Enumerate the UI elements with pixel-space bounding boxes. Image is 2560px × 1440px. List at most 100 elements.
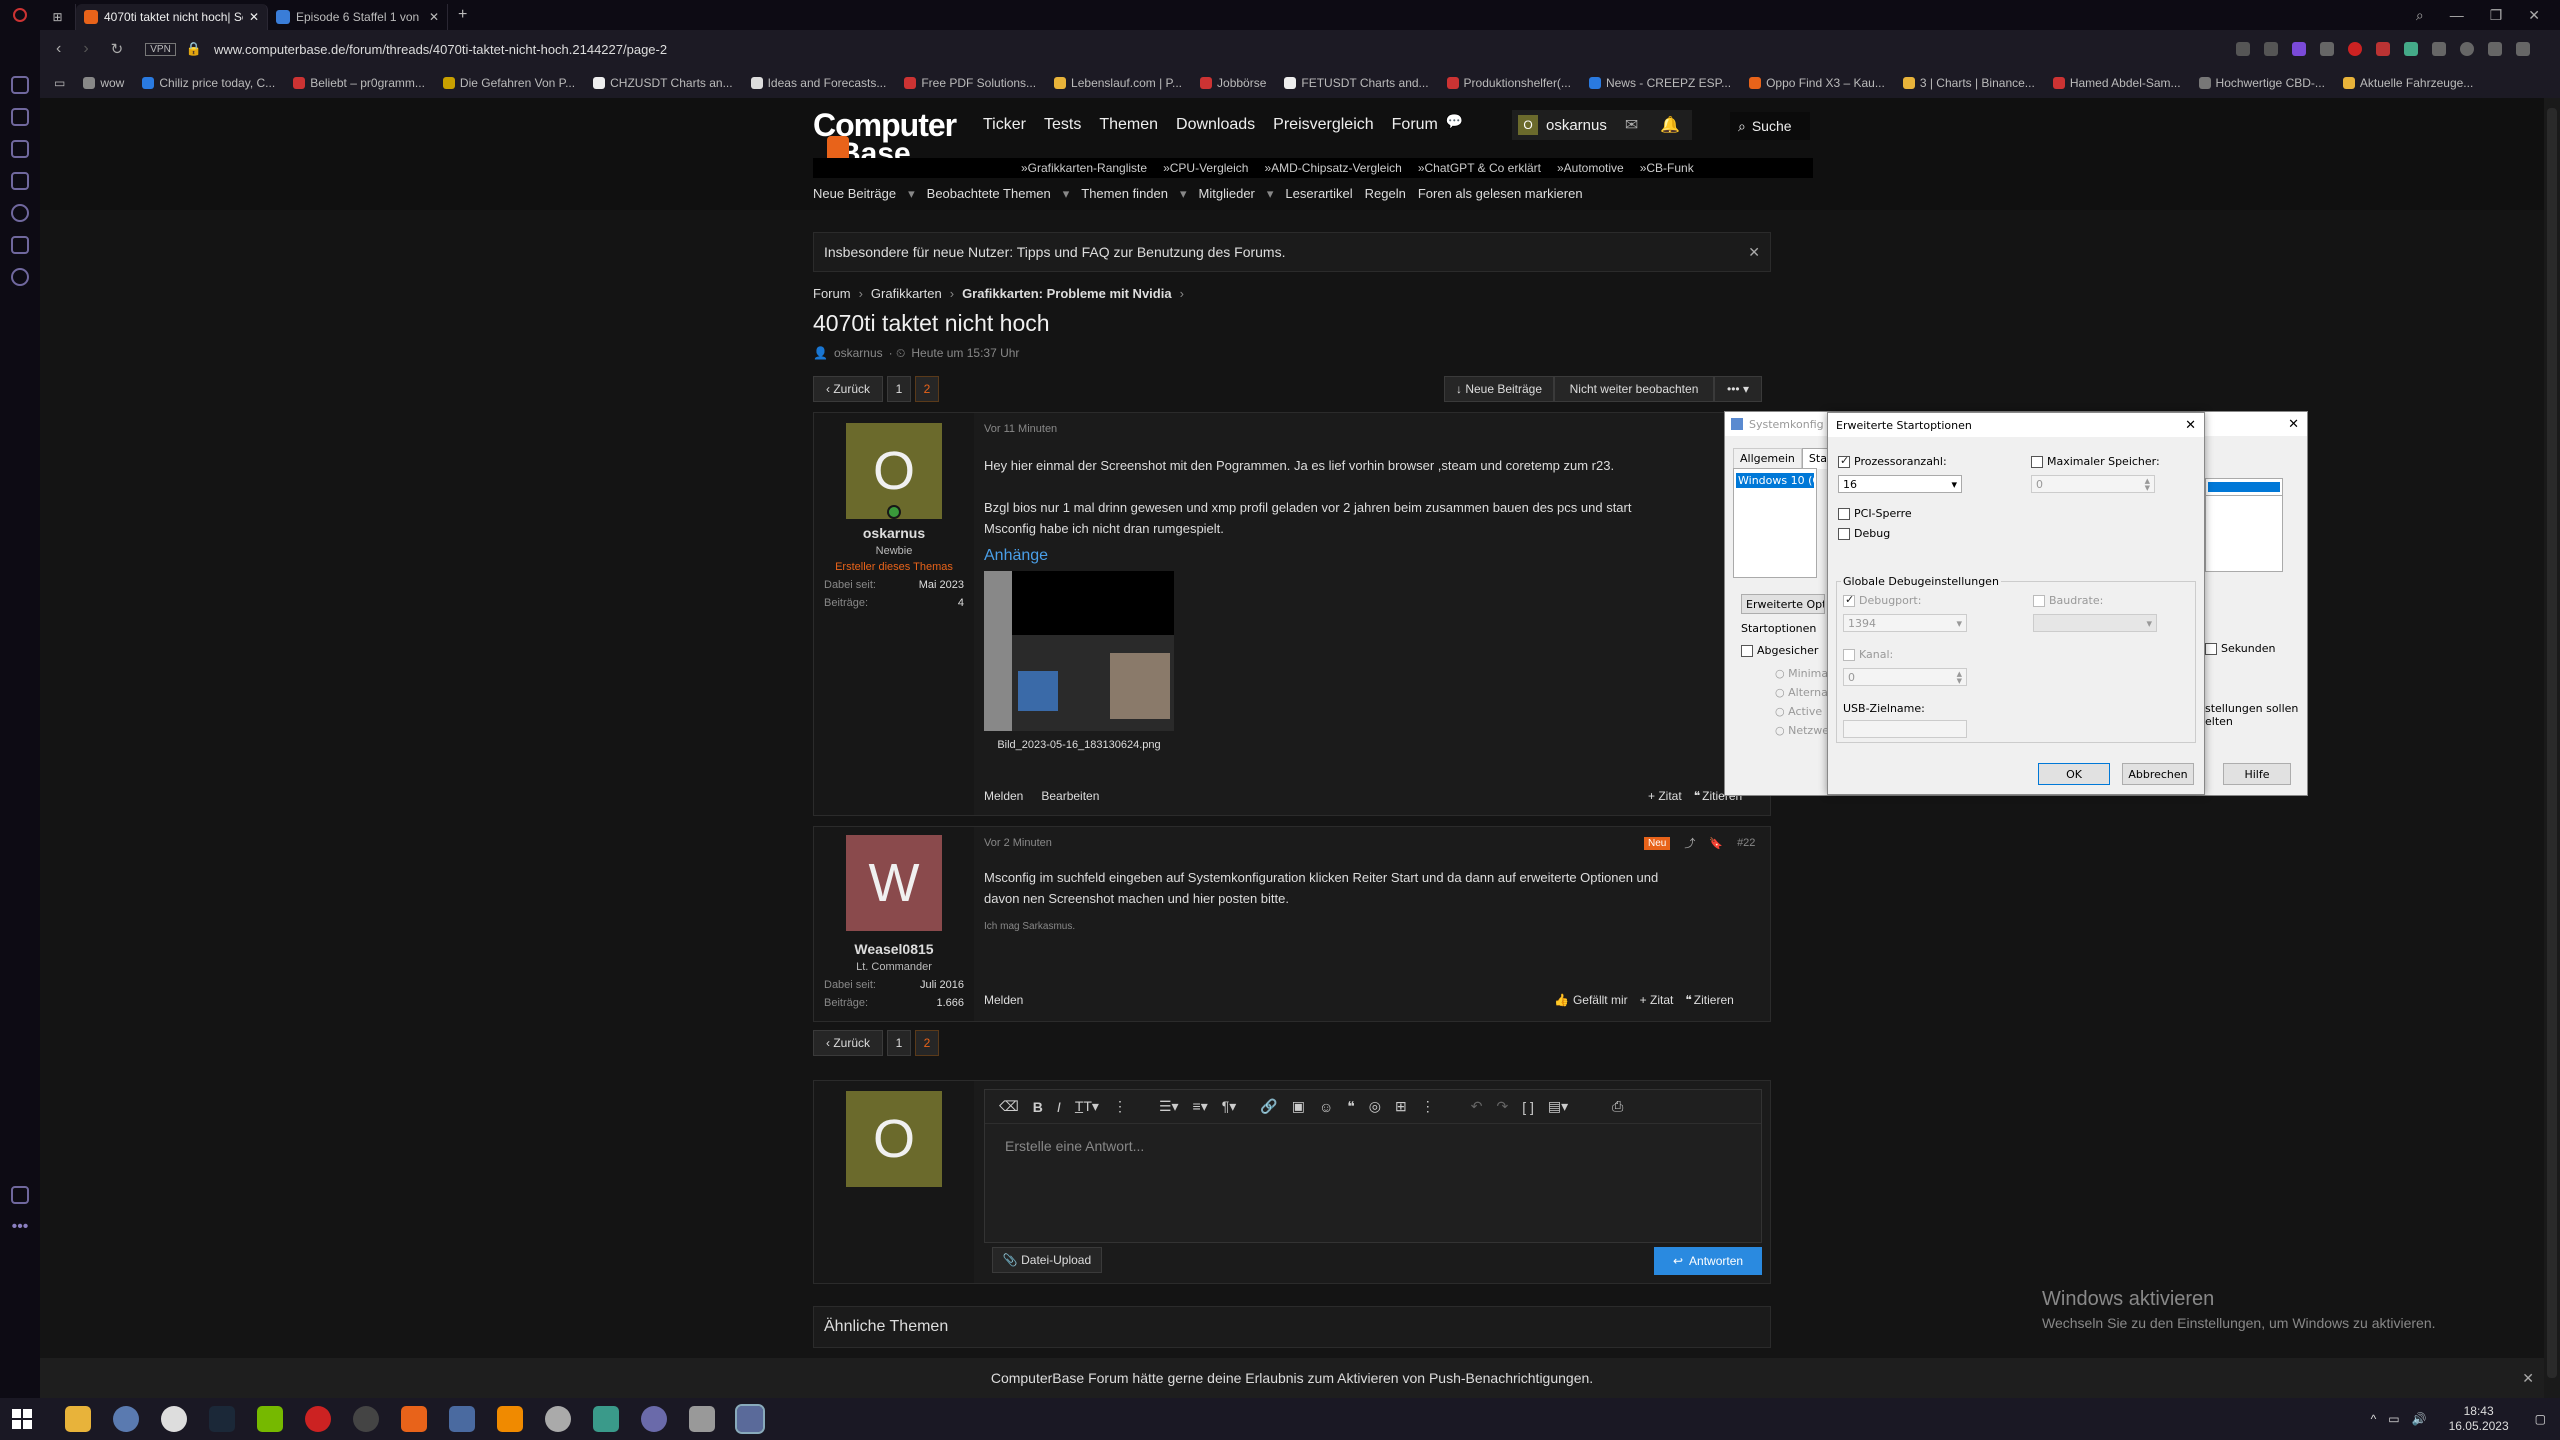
debug-row[interactable]: Debug: [1838, 527, 1890, 540]
snapshot-icon[interactable]: [2236, 42, 2250, 56]
baudrate-select[interactable]: ▾: [2033, 614, 2157, 632]
reply-submit-button[interactable]: ↩ Antworten: [1654, 1247, 1762, 1275]
quote-link[interactable]: + Zitat: [1648, 789, 1682, 803]
maximize-icon[interactable]: ❐: [2490, 7, 2503, 24]
list-icon[interactable]: ☰▾: [1159, 1098, 1179, 1115]
pci-lock-row[interactable]: PCI-Sperre: [1838, 507, 1912, 520]
bold-icon[interactable]: B: [1033, 1099, 1043, 1115]
breadcrumb-grafikkarten[interactable]: Grafikkarten: [871, 286, 942, 301]
bookmarks-folder-icon[interactable]: ▭: [54, 76, 65, 90]
quote-link[interactable]: + Zitat: [1640, 993, 1674, 1007]
lock-icon[interactable]: 🔒: [186, 41, 202, 57]
tab-episode[interactable]: Episode 6 Staffel 1 von 18% ✕: [268, 4, 448, 30]
debugport-row[interactable]: Debugport:: [1843, 593, 1921, 607]
forumnav-mitglieder[interactable]: Mitglieder: [1199, 186, 1255, 202]
steam-icon[interactable]: [209, 1406, 235, 1432]
spinner-icon[interactable]: ▲ ▼: [2145, 478, 2150, 492]
extension-red-icon[interactable]: [2376, 42, 2390, 56]
speed-dial-icon[interactable]: [11, 76, 29, 94]
tab-active[interactable]: 4070ti taktet nicht hoch| Sc ✕: [76, 4, 268, 30]
download-icon[interactable]: [2488, 42, 2502, 56]
bookmark-item[interactable]: Hamed Abdel-Sam...: [2052, 76, 2181, 90]
code-icon[interactable]: [ ]: [1522, 1099, 1534, 1115]
boot-list-item[interactable]: Windows 10 (C:): [1736, 473, 1814, 488]
browser-menu-icon[interactable]: [0, 7, 40, 23]
report-link[interactable]: Melden: [984, 993, 1023, 1007]
processor-count-select[interactable]: 16 ▾: [1838, 475, 1962, 493]
reply-input[interactable]: Erstelle eine Antwort...: [985, 1124, 1761, 1168]
advanced-options-button[interactable]: Erweiterte Opti: [1741, 594, 1825, 614]
bookmark-item[interactable]: Hochwertige CBD-...: [2198, 76, 2325, 90]
ok-button[interactable]: OK: [2038, 763, 2110, 785]
nav-downloads[interactable]: Downloads: [1176, 116, 1255, 134]
back-icon[interactable]: ‹: [56, 40, 61, 58]
channel-field[interactable]: 0 ▲ ▼: [1843, 668, 1967, 686]
bookmark-item[interactable]: Jobbörse: [1200, 76, 1266, 90]
page-2[interactable]: 2: [915, 1030, 939, 1056]
gear-app-icon[interactable]: [545, 1406, 571, 1432]
link-icon[interactable]: 🔗: [1260, 1098, 1277, 1115]
draft-icon[interactable]: ▤▾: [1548, 1098, 1568, 1115]
screenshot-icon[interactable]: [11, 1186, 29, 1204]
attachment-thumbnail[interactable]: [984, 571, 1174, 731]
volume-icon[interactable]: 🔊: [2412, 1412, 2427, 1426]
spinner-icon[interactable]: ▲ ▼: [1957, 671, 1962, 685]
bookmark-item[interactable]: wow: [83, 76, 124, 90]
forumnav-leserartikel[interactable]: Leserartikel: [1285, 186, 1352, 202]
bookmark-item[interactable]: Produktionshelfer(...: [1446, 76, 1571, 90]
bookmark-item[interactable]: Lebenslauf.com | P...: [1054, 76, 1182, 90]
close-tab-icon[interactable]: ✕: [429, 10, 439, 24]
image-icon[interactable]: ▣: [1292, 1098, 1305, 1115]
os-list-right[interactable]: [2205, 478, 2283, 496]
url-field[interactable]: www.computerbase.de/forum/threads/4070ti…: [214, 42, 667, 57]
more-button[interactable]: ••• ▾: [1714, 376, 1762, 402]
msconfig-taskbar-icon[interactable]: [735, 1404, 765, 1434]
extensions-icon[interactable]: [11, 236, 29, 254]
attachment-filename[interactable]: Bild_2023-05-16_183130624.png: [984, 739, 1174, 751]
radio-active[interactable]: ○ Active: [1775, 702, 1831, 721]
gauge-icon[interactable]: [353, 1406, 379, 1432]
scrollbar-thumb[interactable]: [2547, 108, 2557, 1378]
nav-ticker[interactable]: Ticker: [983, 116, 1026, 134]
opera-icon[interactable]: [305, 1406, 331, 1432]
notice-text[interactable]: Insbesondere für neue Nutzer: Tipps und …: [824, 244, 1285, 260]
forward-icon[interactable]: ›: [83, 40, 88, 58]
bookmark-item[interactable]: Beliebt – pr0gramm...: [293, 76, 425, 90]
post-time[interactable]: Vor 11 Minuten: [984, 423, 1057, 435]
quote-icon[interactable]: ❝: [1347, 1098, 1355, 1115]
nav-preisvergleich[interactable]: Preisvergleich: [1273, 116, 1373, 134]
max-memory-row[interactable]: Maximaler Speicher:: [2031, 455, 2160, 468]
usb-target-field[interactable]: [1843, 720, 1967, 738]
channel-checkbox[interactable]: [1843, 649, 1855, 661]
post-number[interactable]: #22: [1737, 837, 1755, 849]
pci-lock-checkbox[interactable]: [1838, 508, 1850, 520]
history-icon[interactable]: [11, 204, 29, 222]
search-tabs-icon[interactable]: ⌕: [2416, 7, 2424, 24]
page-1[interactable]: 1: [887, 376, 911, 402]
safe-boot-checkbox[interactable]: [1741, 645, 1753, 657]
align-icon[interactable]: ≡▾: [1193, 1098, 1208, 1115]
close-push-icon[interactable]: ✕: [2522, 1370, 2534, 1387]
network-icon[interactable]: ▭: [2388, 1412, 2399, 1426]
debug-checkbox[interactable]: [1838, 528, 1850, 540]
more-icon[interactable]: •••: [0, 1218, 40, 1236]
breadcrumb-nvidia[interactable]: Grafikkarten: Probleme mit Nvidia: [962, 286, 1172, 301]
scrollbar[interactable]: [2544, 98, 2560, 1398]
nav-forum[interactable]: Forum: [1392, 116, 1438, 134]
file-explorer-icon[interactable]: [65, 1406, 91, 1432]
app-circle-icon[interactable]: [641, 1406, 667, 1432]
profile-icon[interactable]: [2460, 42, 2474, 56]
unwatch-button[interactable]: Nicht weiter beobachten: [1554, 376, 1714, 402]
post-username[interactable]: oskarnus: [814, 525, 974, 541]
extension-purple-icon[interactable]: [2292, 42, 2306, 56]
forumnav-neue-beitraege[interactable]: Neue Beiträge: [813, 186, 896, 202]
clock-app-icon[interactable]: [161, 1406, 187, 1432]
debugport-select[interactable]: 1394 ▾: [1843, 614, 1967, 632]
adblock-icon[interactable]: [2348, 42, 2362, 56]
bookmark-item[interactable]: Oppo Find X3 – Kau...: [1749, 76, 1885, 90]
messenger-icon[interactable]: [11, 140, 29, 158]
bell-icon[interactable]: 🔔: [1660, 115, 1680, 135]
heart-icon[interactable]: [2320, 42, 2334, 56]
max-memory-field[interactable]: 0 ▲ ▼: [2031, 475, 2155, 493]
help-button[interactable]: Hilfe: [2223, 763, 2291, 785]
